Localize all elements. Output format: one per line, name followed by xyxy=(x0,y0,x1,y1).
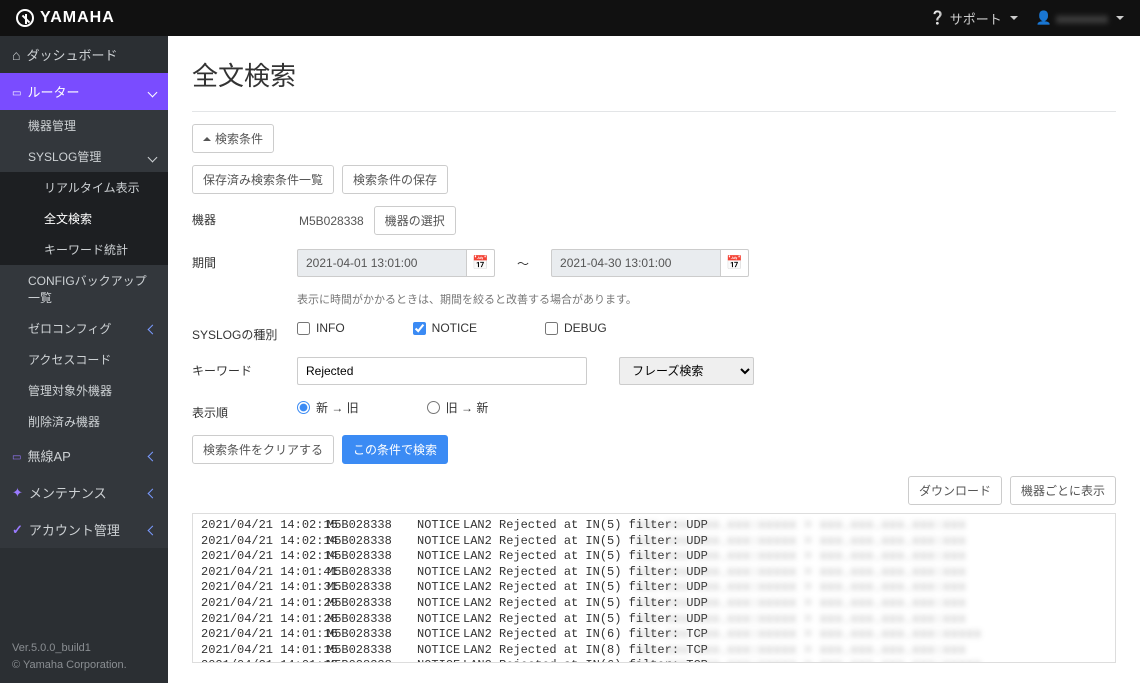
sidebar-sub2-realtime[interactable]: リアルタイム表示 xyxy=(0,172,168,203)
clear-conditions-button[interactable]: 検索条件をクリアする xyxy=(192,435,334,464)
saved-conditions-list-button[interactable]: 保存済み検索条件一覧 xyxy=(192,165,334,194)
sidebar-item-router[interactable]: ルーター xyxy=(0,73,168,110)
device-select-button[interactable]: 機器の選択 xyxy=(374,206,456,235)
topbar: YAMAHA ❔ サポート 👤 xxxxxxxx xyxy=(0,0,1140,36)
sidebar-sub-device-mgmt[interactable]: 機器管理 xyxy=(0,110,168,141)
copyright-text: © Yamaha Corporation. xyxy=(12,657,156,674)
period-label: 期間 xyxy=(192,249,297,271)
sidebar-item-account[interactable]: アカウント管理 xyxy=(0,511,168,548)
check-icon xyxy=(12,522,23,538)
sidebar-sub2-fulltext[interactable]: 全文検索 xyxy=(0,203,168,234)
brand-logo-icon xyxy=(16,9,34,27)
home-icon xyxy=(12,47,20,63)
download-button[interactable]: ダウンロード xyxy=(908,476,1002,505)
order-new-old-radio[interactable] xyxy=(297,401,310,414)
chevron-down-icon xyxy=(149,84,156,99)
log-line: 2021/04/21 14:01:29M5B028338NOTICELAN2 R… xyxy=(201,596,1107,612)
sidebar-sub2-keyword-stats[interactable]: キーワード統計 xyxy=(0,234,168,265)
log-line: 2021/04/21 14:01:10M5B028338NOTICELAN2 R… xyxy=(201,658,1107,662)
sidebar-item-wireless-ap[interactable]: 無線AP xyxy=(0,437,168,474)
sidebar-sub-excluded[interactable]: 管理対象外機器 xyxy=(0,375,168,406)
sidebar-sub-config-backup[interactable]: CONFIGバックアップ一覧 xyxy=(0,265,168,313)
version-text: Ver.5.0.0_build1 xyxy=(12,640,156,657)
syslog-type-label: SYSLOGの種別 xyxy=(192,321,297,343)
period-to-field[interactable]: 2021-04-30 13:01:00 xyxy=(551,249,721,277)
log-line: 2021/04/21 14:02:15M5B028338NOTICELAN2 R… xyxy=(201,518,1107,534)
support-menu[interactable]: ❔ サポート xyxy=(930,9,1018,28)
save-condition-button[interactable]: 検索条件の保存 xyxy=(342,165,448,194)
user-menu[interactable]: 👤 xxxxxxxx xyxy=(1036,10,1124,26)
per-device-button[interactable]: 機器ごとに表示 xyxy=(1010,476,1116,505)
period-hint: 表示に時間がかかるときは、期間を絞ると改善する場合があります。 xyxy=(297,291,1116,307)
chevron-left-icon xyxy=(149,448,156,463)
type-debug-checkbox[interactable] xyxy=(545,322,558,335)
type-notice-checkbox[interactable] xyxy=(413,322,426,335)
order-old-new-radio[interactable] xyxy=(427,401,440,414)
page-title: 全文検索 xyxy=(192,56,1116,93)
search-mode-select[interactable]: フレーズ検索 xyxy=(619,357,754,385)
sidebar-sub-zero-config[interactable]: ゼロコンフィグ xyxy=(0,313,168,344)
log-line: 2021/04/21 14:02:14M5B028338NOTICELAN2 R… xyxy=(201,534,1107,550)
chevron-left-icon xyxy=(149,485,156,500)
period-to-calendar-button[interactable]: 📅 xyxy=(721,249,749,277)
sidebar-item-maintenance[interactable]: ✦メンテナンス xyxy=(0,474,168,511)
sidebar-footer: Ver.5.0.0_build1 © Yamaha Corporation. xyxy=(0,630,168,683)
keyword-label: キーワード xyxy=(192,357,297,379)
log-line: 2021/04/21 14:01:41M5B028338NOTICELAN2 R… xyxy=(201,565,1107,581)
log-line: 2021/04/21 14:01:15M5B028338NOTICELAN2 R… xyxy=(201,643,1107,659)
divider xyxy=(192,111,1116,112)
calendar-icon: 📅 xyxy=(726,255,743,271)
main-content: 全文検索 検索条件 保存済み検索条件一覧 検索条件の保存 機器 M5B02833… xyxy=(168,36,1140,683)
log-line: 2021/04/21 14:02:14M5B028338NOTICELAN2 R… xyxy=(201,549,1107,565)
ap-icon xyxy=(12,448,21,463)
help-icon: ❔ xyxy=(930,10,946,26)
chevron-down-icon xyxy=(149,150,156,164)
period-from-field[interactable]: 2021-04-01 13:01:00 xyxy=(297,249,467,277)
device-label: 機器 xyxy=(192,206,297,228)
period-from-calendar-button[interactable]: 📅 xyxy=(467,249,495,277)
type-info-checkbox[interactable] xyxy=(297,322,310,335)
router-icon xyxy=(12,84,21,99)
brand-logo: YAMAHA xyxy=(16,9,115,27)
chevron-left-icon xyxy=(149,522,156,537)
sidebar: ダッシュボード ルーター 機器管理 SYSLOG管理 リアルタイム表示 全文検索… xyxy=(0,36,168,683)
search-button[interactable]: この条件で検索 xyxy=(342,435,448,464)
log-scroll-area[interactable]: 2021/04/21 14:02:15M5B028338NOTICELAN2 R… xyxy=(193,514,1115,662)
calendar-icon: 📅 xyxy=(472,255,489,271)
log-line: 2021/04/21 14:01:16M5B028338NOTICELAN2 R… xyxy=(201,627,1107,643)
device-id: M5B028338 xyxy=(297,210,366,232)
user-icon: 👤 xyxy=(1036,10,1052,26)
period-tilde: ～ xyxy=(503,255,543,272)
collapse-conditions-button[interactable]: 検索条件 xyxy=(192,124,274,153)
brand-name: YAMAHA xyxy=(40,9,115,27)
chevron-left-icon xyxy=(149,322,156,336)
sidebar-sub-access-code[interactable]: アクセスコード xyxy=(0,344,168,375)
wrench-icon: ✦ xyxy=(12,485,23,501)
sidebar-item-dashboard[interactable]: ダッシュボード xyxy=(0,36,168,73)
order-label: 表示順 xyxy=(192,399,297,421)
log-line: 2021/04/21 14:01:31M5B028338NOTICELAN2 R… xyxy=(201,580,1107,596)
caret-up-icon xyxy=(203,132,215,146)
sidebar-sub-syslog-mgmt[interactable]: SYSLOG管理 xyxy=(0,141,168,172)
log-output: 2021/04/21 14:02:15M5B028338NOTICELAN2 R… xyxy=(192,513,1116,663)
sidebar-sub-deleted[interactable]: 削除済み機器 xyxy=(0,406,168,437)
log-line: 2021/04/21 14:01:28M5B028338NOTICELAN2 R… xyxy=(201,612,1107,628)
keyword-input[interactable] xyxy=(297,357,587,385)
